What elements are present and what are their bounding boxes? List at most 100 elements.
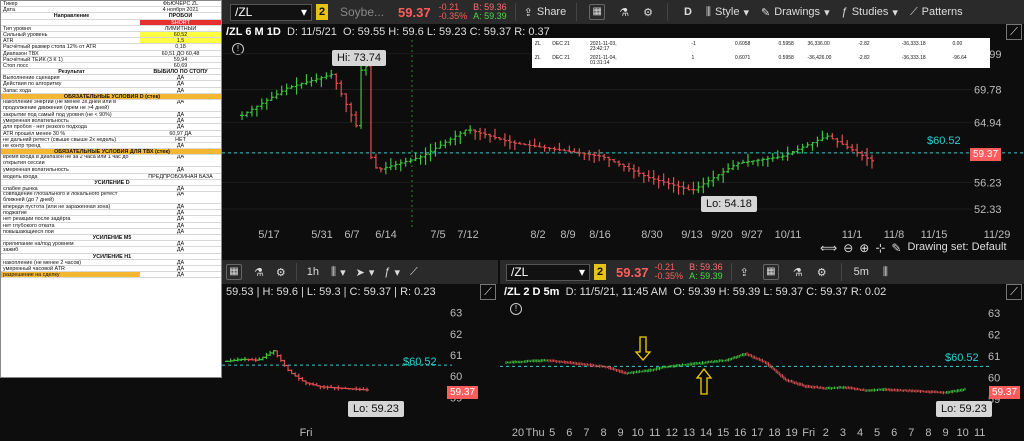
order-cell: 2021-11-04, 01:31:14	[590, 55, 617, 66]
sheet-key: прилипание на/под уровнем	[3, 241, 74, 247]
low-label: Lo: 59.23	[348, 401, 404, 417]
y-tick-label: 69.78	[974, 84, 1002, 96]
x-tick-label: 9/27	[741, 229, 762, 241]
x-tick-label: 12	[666, 427, 678, 439]
sheet-key: накопление (не менее 2 часов)	[3, 259, 82, 265]
sheet-key: Тип уровня	[3, 25, 31, 31]
sheet-row: время входа в диапазон не за 2 часа или …	[1, 155, 221, 168]
x-tick-label: 8/2	[530, 229, 545, 241]
x-tick-label: 10	[956, 427, 968, 439]
sheet-key: зажиб	[3, 247, 19, 253]
sheet-key: УСИЛЕНИЕ H1	[92, 253, 132, 259]
current-price-tag: 59.37	[989, 386, 1021, 399]
x-tick-label: 7/5	[430, 229, 445, 241]
sheet-key: не дальний ретест (свыше свыше 2х недель…	[3, 136, 117, 142]
x-tick-label: 20	[512, 427, 524, 439]
sheet-key: Тикер	[3, 1, 18, 7]
zoom-in-icon[interactable]: ⊕	[859, 241, 869, 255]
sheet-value: ДА	[176, 210, 185, 216]
sheet-value: 4 ноября 2021	[162, 7, 199, 13]
order-cell: 0.6071	[735, 55, 751, 61]
sheet-key: Сильный уровень	[3, 31, 48, 38]
pan-icon[interactable]: ⟺	[820, 241, 837, 255]
x-tick-label: 8/30	[641, 229, 662, 241]
drawing-set-label[interactable]: Drawing set: Default	[907, 241, 1006, 255]
y-tick-label: 64.94	[974, 118, 1002, 130]
y-tick-label: 63	[450, 308, 462, 320]
sheet-value: ДА	[176, 216, 185, 222]
order-cell: -36,333.18	[901, 41, 926, 47]
arrow-down-icon	[634, 336, 652, 361]
sheet-key: Результат	[58, 69, 85, 75]
order-cell: DEC 21	[552, 55, 570, 61]
x-tick-label: 2	[823, 427, 829, 439]
sheet-value: ПРЕДПРОБОЙНАЯ БАЗА	[148, 173, 213, 179]
sheet-key: Расчётный размер стопа 12% от ATR	[3, 44, 97, 50]
sheet-value: ПРОБОЙ	[168, 13, 193, 19]
x-tick-label: 11/29	[984, 229, 1011, 241]
x-tick-label: 8/16	[589, 229, 610, 241]
y-tick-label: 62	[450, 329, 462, 341]
sheet-key: ATR	[3, 38, 14, 44]
zoom-out-icon[interactable]: ⊖	[843, 241, 853, 255]
x-tick-label: 9	[942, 427, 948, 439]
sheet-key: Диапазон ТВХ	[3, 50, 39, 56]
order-cell: -1	[691, 41, 696, 47]
order-cell: 1	[691, 55, 695, 61]
x-tick-label: 18	[768, 427, 780, 439]
sheet-value: 60,69	[173, 62, 188, 69]
order-cell: 0.5958	[778, 55, 794, 61]
order-cell: 0.00	[952, 41, 963, 47]
sheet-value: ДА	[176, 112, 185, 118]
x-tick-label: 14	[700, 427, 712, 439]
sheet-row: разрешение на сделку ДА	[1, 272, 221, 279]
sheet-value: ДА	[176, 222, 185, 228]
sheet-value: 1,5	[140, 38, 221, 44]
x-tick-label: 6	[566, 427, 572, 439]
sheet-value: ДА	[176, 185, 185, 192]
pencil-icon[interactable]: ✎	[891, 241, 901, 255]
sheet-key: УСИЛЕНИЕ M5	[92, 235, 132, 241]
orders-table: ZL DEC 21 2021-11-03, 23:42:17 -1 0.6058 0.59…	[532, 38, 990, 68]
x-tick-label: 10/11	[775, 229, 802, 241]
sheet-value: ДА	[176, 265, 185, 272]
sheet-key: Направление	[53, 13, 90, 19]
x-tick-label: 4	[857, 427, 863, 439]
current-price-tag: 59.37	[970, 148, 1002, 161]
sheet-value: 60,51 ДО 60,48	[161, 50, 200, 56]
current-price-tag: 59.37	[447, 386, 479, 399]
x-tick-label: 7	[583, 427, 589, 439]
sheet-value: ДА	[176, 81, 185, 87]
sheet-key: ОБЯЗАТЕЛЬНЫЕ УСЛОВИЯ ДЛЯ ТВХ (стек)	[54, 149, 170, 155]
sheet-key: поджатие	[3, 210, 27, 216]
sheet-value: ДА	[176, 75, 185, 81]
sheet-key: ОБЯЗАТЕЛЬНЫЕ УСЛОВИЯ D (стек)	[63, 93, 161, 99]
sheet-key: УСИЛЕНИЕ D	[94, 179, 130, 185]
sheet-key: разрешение на сделку	[1, 272, 140, 278]
x-tick-label: 16	[734, 427, 746, 439]
level-label: $60.52	[403, 356, 437, 368]
level-label: $60.52	[927, 135, 961, 147]
sheet-key: Стоп лосс	[3, 62, 29, 69]
sheet-value: ДА	[176, 124, 185, 130]
sheet-key: Действия по алгоритму	[3, 81, 62, 87]
x-tick-label: 7	[908, 427, 914, 439]
sheet-key: нет глубокого отката	[3, 222, 55, 228]
sheet-key	[1, 20, 140, 25]
sheet-value: 59,94	[173, 56, 188, 62]
x-tick-label: 11/15	[921, 229, 948, 241]
sheet-value: ДА	[176, 272, 185, 278]
order-cell: 36,336.00	[807, 41, 830, 47]
x-tick-label: 10	[632, 427, 644, 439]
sheet-value: ДА	[176, 118, 185, 124]
x-tick-label: 11/1	[842, 229, 863, 241]
sheet-value: ДА	[176, 192, 185, 198]
sheet-key: Расчётный ТЕЙК (3 К 1)	[3, 56, 63, 62]
x-tick-label: 5/31	[311, 229, 332, 241]
high-label: Hi: 73.74	[332, 50, 387, 66]
x-tick-label: 6	[891, 427, 897, 439]
crosshair-icon[interactable]: ⊹	[875, 241, 885, 255]
x-tick-label: 3	[840, 427, 846, 439]
sheet-key: ATR прошёл менее 30 %	[3, 130, 66, 136]
sheet-key: закрытие под самый под уровня (не < 90%)	[3, 112, 112, 118]
